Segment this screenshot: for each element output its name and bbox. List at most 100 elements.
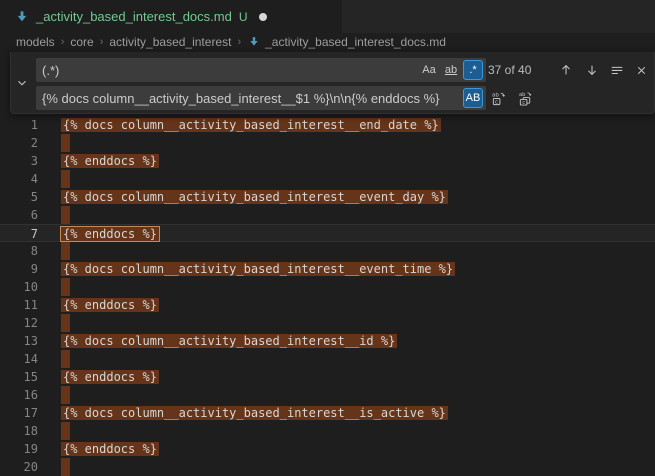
line-number: 6 bbox=[0, 206, 38, 224]
code-line[interactable]: 14 bbox=[0, 350, 655, 368]
code-text: {% docs column__activity_based_interest_… bbox=[63, 116, 439, 134]
replace-all-button[interactable]: ab c bbox=[515, 88, 535, 108]
line-number: 4 bbox=[0, 170, 38, 188]
line-number: 16 bbox=[0, 386, 38, 404]
empty-line-find-match bbox=[61, 422, 70, 440]
code-line[interactable]: 4 bbox=[0, 170, 655, 188]
line-number: 3 bbox=[0, 152, 38, 170]
find-match: {% enddocs %} bbox=[61, 370, 159, 384]
line-number: 11 bbox=[0, 296, 38, 314]
find-match: {% docs column__activity_based_interest_… bbox=[61, 334, 397, 348]
replace-box: AB bbox=[36, 86, 486, 110]
line-number: 1 bbox=[0, 116, 38, 134]
markdown-file-icon bbox=[247, 35, 261, 49]
code-text: {% docs column__activity_based_interest_… bbox=[63, 260, 453, 278]
empty-line-find-match bbox=[61, 242, 70, 260]
empty-line-find-match bbox=[61, 458, 70, 476]
code-text: {% enddocs %} bbox=[63, 152, 157, 170]
close-icon[interactable] bbox=[631, 60, 651, 80]
whole-word-label: ab bbox=[445, 64, 457, 76]
code-line[interactable]: 15 {% enddocs %} bbox=[0, 368, 655, 386]
empty-line-find-match bbox=[61, 170, 70, 188]
code-line[interactable]: 12 bbox=[0, 314, 655, 332]
empty-line-find-match bbox=[61, 278, 70, 296]
match-case-toggle[interactable]: Aa bbox=[419, 60, 439, 80]
preserve-case-toggle[interactable]: AB bbox=[463, 88, 483, 108]
replace-button[interactable]: ab c bbox=[488, 88, 508, 108]
current-find-match: {% enddocs %} bbox=[61, 227, 159, 241]
whole-word-toggle[interactable]: ab bbox=[441, 60, 461, 80]
empty-line-find-match bbox=[61, 206, 70, 224]
replace-input[interactable] bbox=[36, 86, 461, 110]
breadcrumb-path: models › core › activity_based_interest › bbox=[16, 35, 247, 49]
find-in-selection-button[interactable] bbox=[607, 60, 627, 80]
code-line[interactable]: 10 bbox=[0, 278, 655, 296]
code-text: {% enddocs %} bbox=[63, 225, 157, 243]
find-match: {% docs column__activity_based_interest_… bbox=[61, 406, 448, 420]
code-text: {% enddocs %} bbox=[63, 440, 157, 458]
tab-filename: _activity_based_interest_docs.md bbox=[36, 9, 232, 24]
tab-activity-based-interest-docs[interactable]: _activity_based_interest_docs.md U bbox=[0, 0, 342, 33]
empty-line-find-match bbox=[61, 314, 70, 332]
breadcrumb-separator: › bbox=[237, 36, 241, 48]
line-number: 13 bbox=[0, 332, 38, 350]
find-match: {% enddocs %} bbox=[61, 154, 159, 168]
breadcrumb-separator: › bbox=[61, 36, 65, 48]
line-number: 10 bbox=[0, 278, 38, 296]
code-line[interactable]: 18 bbox=[0, 422, 655, 440]
modified-indicator-dot[interactable] bbox=[259, 13, 267, 21]
code-text: {% enddocs %} bbox=[63, 296, 157, 314]
code-line[interactable]: 20 bbox=[0, 458, 655, 476]
empty-line-find-match bbox=[61, 350, 70, 368]
find-match: {% enddocs %} bbox=[61, 298, 159, 312]
svg-text:ab: ab bbox=[491, 92, 498, 98]
code-line[interactable]: 13 {% docs column__activity_based_interes… bbox=[0, 332, 655, 350]
line-number: 9 bbox=[0, 260, 38, 278]
match-count: 37 of 40 bbox=[488, 58, 531, 82]
code-line[interactable]: 8 bbox=[0, 242, 655, 260]
next-match-button[interactable] bbox=[582, 60, 602, 80]
find-replace-widget: Aa ab .* 37 of 40 AB ab c ab bbox=[10, 52, 655, 114]
line-number: 20 bbox=[0, 458, 38, 476]
line-number: 7 bbox=[0, 225, 38, 243]
toggle-replace-chevron-down-icon[interactable] bbox=[13, 73, 31, 93]
breadcrumb-item[interactable]: models bbox=[16, 35, 55, 49]
tab-bar: _activity_based_interest_docs.md U bbox=[0, 0, 655, 33]
code-line[interactable]: 11 {% enddocs %} bbox=[0, 296, 655, 314]
line-number: 17 bbox=[0, 404, 38, 422]
code-line[interactable]: 3 {% enddocs %} bbox=[0, 152, 655, 170]
code-line[interactable]: 16 bbox=[0, 386, 655, 404]
breadcrumb-file[interactable]: _activity_based_interest_docs.md bbox=[265, 35, 446, 49]
code-line[interactable]: 6 bbox=[0, 206, 655, 224]
code-text: {% docs column__activity_based_interest_… bbox=[63, 404, 446, 422]
search-box: Aa ab .* bbox=[36, 58, 486, 82]
previous-match-button[interactable] bbox=[556, 60, 576, 80]
line-number: 18 bbox=[0, 422, 38, 440]
line-number: 14 bbox=[0, 350, 38, 368]
breadcrumb: models › core › activity_based_interest › _ac… bbox=[0, 33, 655, 50]
line-number: 8 bbox=[0, 242, 38, 260]
line-number: 19 bbox=[0, 440, 38, 458]
search-input[interactable] bbox=[36, 58, 417, 82]
code-line[interactable]: 2 bbox=[0, 134, 655, 152]
code-line[interactable]: 17 {% docs column__activity_based_interes… bbox=[0, 404, 655, 422]
code-line[interactable]: 19 {% enddocs %} bbox=[0, 440, 655, 458]
breadcrumb-item[interactable]: activity_based_interest bbox=[109, 35, 231, 49]
code-line[interactable]: 9 {% docs column__activity_based_interest… bbox=[0, 260, 655, 278]
breadcrumb-item[interactable]: core bbox=[70, 35, 93, 49]
breadcrumb-separator: › bbox=[100, 36, 104, 48]
code-line[interactable]: 5{% docs column__activity_based_interest… bbox=[0, 188, 655, 206]
line-number: 15 bbox=[0, 368, 38, 386]
markdown-file-icon bbox=[14, 9, 30, 25]
code-line[interactable]: 7 {% enddocs %} bbox=[0, 224, 655, 242]
line-number: 2 bbox=[0, 134, 38, 152]
regex-toggle[interactable]: .* bbox=[463, 60, 483, 80]
find-match: {% enddocs %} bbox=[61, 442, 159, 456]
find-match: {% docs column__activity_based_interest_… bbox=[61, 262, 455, 276]
code-line[interactable]: 1 {% docs column__activity_based_interest… bbox=[0, 116, 655, 134]
find-match: {% docs column__activity_based_interest_… bbox=[61, 118, 441, 132]
find-match: {% docs column__activity_based_interest_… bbox=[61, 190, 448, 204]
git-status-badge: U bbox=[239, 10, 248, 24]
code-text: {% docs column__activity_based_interest_… bbox=[63, 188, 446, 206]
code-text: {% docs column__activity_based_interest_… bbox=[63, 332, 395, 350]
